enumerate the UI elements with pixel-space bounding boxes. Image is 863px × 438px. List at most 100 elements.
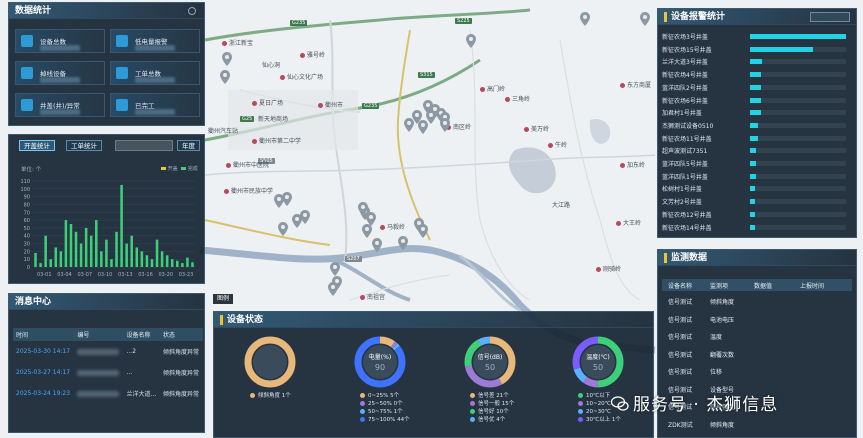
monitor-item: 翻覆次数 <box>710 351 735 359</box>
alarm-row[interactable]: 新征农场3号井盖 <box>662 31 852 42</box>
search-icon[interactable] <box>188 7 196 15</box>
map-pin-icon[interactable] <box>640 12 650 26</box>
alarm-row[interactable]: 松树村1号井盖 <box>662 183 852 194</box>
bar <box>59 251 63 267</box>
alarm-bar <box>750 173 756 179</box>
donut-label: 信号(dB) <box>478 353 503 361</box>
monitor-device: 信号测试 <box>668 334 693 341</box>
map-pin-icon[interactable] <box>426 110 436 124</box>
alarm-bar <box>750 122 758 128</box>
period-select[interactable] <box>810 12 850 22</box>
tab-open-stats[interactable]: 开盖统计 <box>19 140 55 151</box>
road-tag: S315 <box>418 72 435 78</box>
map-pin-icon[interactable] <box>358 202 368 216</box>
donut-value: 90 <box>375 363 385 372</box>
alarm-row[interactable]: 兰洋大道3号井盖 <box>662 56 852 67</box>
stat-offline[interactable]: 掉线设备 <box>15 61 105 85</box>
map-pin-icon[interactable] <box>580 12 590 26</box>
stat-tickets[interactable]: 工单总数 <box>110 61 200 85</box>
map-place: 大王岭 <box>616 218 641 227</box>
map-pin-icon[interactable] <box>440 118 450 132</box>
legend-button[interactable]: 图例 <box>213 294 233 304</box>
stat-total-devices[interactable]: 设备总数 <box>15 29 105 53</box>
y-tick-label: 20 <box>24 249 30 255</box>
table-row[interactable]: 2025-03-27 14:17 ... 倾斜角度异常 <box>13 362 203 383</box>
map-pin-icon[interactable] <box>282 192 292 206</box>
map-pin-icon[interactable] <box>220 70 230 84</box>
alarm-row[interactable]: 新征农场11号井盖 <box>662 133 852 144</box>
map-place: 三角岭 <box>505 94 530 103</box>
alarm-row[interactable]: 加君村1号井盖 <box>662 107 852 118</box>
bar <box>105 239 108 267</box>
alarm-row[interactable]: 新征农场4号井盖 <box>662 69 852 80</box>
map-pin-icon[interactable] <box>418 224 428 238</box>
alarm-row[interactable]: 新征农场14号井盖 <box>662 222 852 233</box>
x-tick-label: 03-04 <box>57 272 72 278</box>
map-pin-icon[interactable] <box>330 262 340 276</box>
map-pin-icon[interactable] <box>372 238 382 252</box>
map-place: 衢州市民族中学 <box>224 186 273 195</box>
map-pin-icon[interactable] <box>222 52 232 66</box>
alarm-device-name: 加君村1号井盖 <box>662 110 702 118</box>
table-row[interactable]: ZDK测试 倾斜角度 <box>662 417 852 431</box>
alarm-row[interactable]: 新征农场6号井盖 <box>662 95 852 106</box>
monitor-header: 设备名称 监测项 数据值 上报时间 <box>662 279 852 291</box>
y-tick-label: 90 <box>24 195 30 201</box>
bar <box>95 220 98 267</box>
monitor-device: 信号测试 <box>668 369 693 376</box>
tab-year[interactable]: 年度 <box>177 140 200 151</box>
alarm-row[interactable]: 新征农场15号井盖 <box>662 44 852 55</box>
alarm-row[interactable]: 新征农场12号井盖 <box>662 209 852 220</box>
map-pin-icon[interactable] <box>398 236 408 250</box>
table-row[interactable]: 2025-03-30 14:17 ...2 倾斜角度异常 <box>13 341 203 362</box>
monitor-device: 信号测试 <box>668 316 693 324</box>
map-pin-icon[interactable] <box>278 222 288 236</box>
table-row[interactable]: 信号测试 温度 <box>662 329 852 343</box>
table-row[interactable]: 信号测试 位移 <box>662 364 852 378</box>
alarm-row[interactable]: 文芳村2号井盖 <box>662 196 852 207</box>
alarm-bar <box>750 34 846 39</box>
map-pin-icon[interactable] <box>328 282 338 296</box>
map-pin-icon[interactable] <box>466 34 476 48</box>
monitor-item: 倾斜角度 <box>710 299 735 306</box>
road-tag: G235 <box>362 103 380 109</box>
y-tick-label: 60 <box>24 218 30 224</box>
map-place: 衢州市中医院 <box>226 160 269 169</box>
bar <box>74 231 78 267</box>
bar <box>145 255 149 267</box>
monitor-device: 信号测试 <box>668 351 693 359</box>
table-row[interactable]: 信号测试 倾斜角度 <box>662 294 852 308</box>
donut-legend: 信号差 21个 信号一般 15个 信号好 10个 信号优 4个 <box>470 392 514 424</box>
date-range-select[interactable] <box>115 140 173 151</box>
map-place: 加东岭 <box>620 160 645 169</box>
alarm-bar <box>750 224 755 230</box>
donut-center <box>581 345 615 379</box>
stat-manhole[interactable]: 井盖(井)/异常 <box>15 93 105 117</box>
table-row[interactable]: 信号测试 电池电压 <box>662 312 852 326</box>
map-pin-icon[interactable] <box>362 224 372 238</box>
map-pin-icon[interactable] <box>292 214 302 228</box>
bar <box>150 259 154 267</box>
col-id: 编号 <box>74 328 124 341</box>
bar <box>64 220 68 267</box>
stat-done[interactable]: 已完工 <box>110 93 200 117</box>
bar <box>49 259 52 267</box>
alarm-device-name: 蓝洋四队1号井盖 <box>662 173 708 181</box>
road-tag: G25 <box>240 116 255 122</box>
map-place: 衢州市第二中学 <box>252 136 301 145</box>
alarm-bar <box>750 135 758 141</box>
bar <box>69 224 73 267</box>
alarm-row[interactable]: 超声波测试7351 <box>662 145 852 156</box>
alarm-device-name: 兰洋大道3号井盖 <box>662 59 708 67</box>
alarm-row[interactable]: 蓝洋四队5号井盖 <box>662 158 852 169</box>
map-place: 刚骑岭 <box>596 264 621 273</box>
stat-low-battery[interactable]: 低电量报警 <box>110 29 200 53</box>
map-place: 新天地商场 <box>258 116 289 123</box>
table-row[interactable]: 2025-03-24 19:23 兰洋大道... 倾斜角度异常 <box>13 383 203 404</box>
table-row[interactable]: 信号测试 翻覆次数 <box>662 347 852 361</box>
alarm-row[interactable]: 蓝洋四队1号井盖 <box>662 171 852 182</box>
alarm-row[interactable]: 蓝洋四队2号井盖 <box>662 82 852 93</box>
tab-ticket-stats[interactable]: 工单统计 <box>66 140 102 151</box>
monitor-device: ZDK测试 <box>668 421 693 429</box>
alarm-row[interactable]: 杰狮测试设备0510 <box>662 120 852 131</box>
